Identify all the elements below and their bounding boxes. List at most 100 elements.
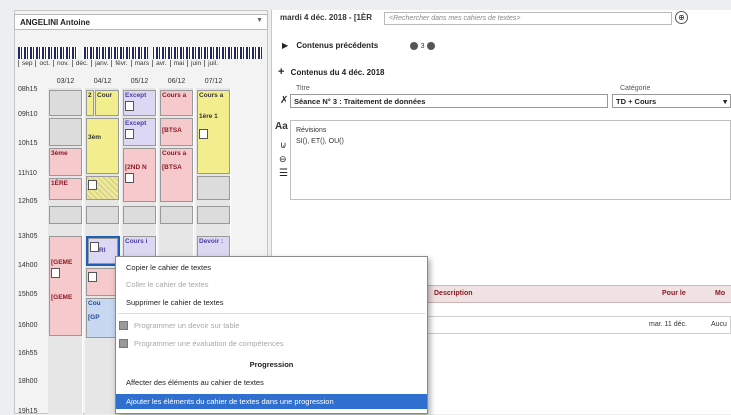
course-slot[interactable]: [2ND N (123, 148, 156, 202)
document-icon (88, 272, 97, 282)
course-label: [BTSA (162, 164, 182, 171)
time-label: 15h05 (18, 291, 38, 298)
course-slot[interactable] (123, 206, 156, 224)
course-label: [GEME (51, 294, 73, 301)
current-contents-label: Contenus du 4 déc. 2018 (290, 68, 385, 77)
month-label[interactable]: sep (18, 60, 35, 67)
course-label: [BTSA (162, 127, 182, 134)
previous-contents-row[interactable]: ▶ Contenus précédents 3 (282, 41, 435, 50)
year-timeline-bar[interactable] (18, 47, 262, 59)
column-header-description[interactable]: Description (434, 290, 473, 297)
menu-separator (118, 313, 425, 314)
course-label: 1ÈRE (51, 180, 68, 187)
month-label[interactable]: juin (187, 60, 204, 67)
menu-item-label: Programmer une évaluation de compétences (134, 339, 284, 348)
category-field-label: Catégorie (620, 85, 651, 92)
title-field-label: Titre (296, 85, 310, 92)
month-label[interactable]: juil. (204, 60, 221, 67)
course-slot[interactable]: 3èm (86, 118, 119, 174)
course-label: Cours i (125, 238, 148, 245)
month-label[interactable]: févr. (111, 60, 130, 67)
course-slot[interactable]: Cours a 1ère 1 (197, 90, 230, 174)
month-label[interactable]: oct. (35, 60, 52, 67)
content-line: Révisions (296, 127, 327, 134)
category-select[interactable]: TD + Cours ▾ (612, 94, 731, 108)
menu-item-assign-elements[interactable]: Affecter des éléments au cahier de texte… (116, 375, 427, 390)
course-slot[interactable] (197, 176, 230, 200)
previous-contents-label: Contenus précédents (296, 41, 379, 50)
menu-item-add-to-progression[interactable]: Ajouter les éléments du cahier de textes… (116, 394, 427, 409)
course-slot[interactable]: Except (123, 90, 156, 116)
time-label: 11h10 (18, 170, 37, 177)
month-label[interactable]: mai (169, 60, 187, 67)
text-format-icon[interactable]: Aa (275, 121, 288, 132)
course-slot[interactable] (49, 90, 82, 116)
time-label: 18h00 (18, 378, 38, 385)
document-icon (125, 173, 134, 183)
course-slot[interactable]: Cours a (160, 90, 193, 116)
menu-item-paste[interactable]: Coller le cahier de textes (116, 277, 427, 292)
month-label[interactable]: nov. (52, 60, 72, 67)
course-label: RI (99, 247, 106, 254)
course-slot[interactable] (49, 206, 82, 224)
homework-row[interactable]: mar. 11 déc. Aucu (420, 316, 731, 334)
course-label: [GP (88, 314, 100, 321)
homework-table-header: Description Pour le Mo (420, 285, 731, 303)
document-icon (51, 268, 60, 278)
month-label[interactable]: mars (130, 60, 152, 67)
link-icon[interactable]: ⊖ (279, 154, 287, 165)
lesson-content-editor[interactable]: Révisions SI(), ET(), OU() (290, 120, 731, 200)
chevron-down-icon[interactable]: ▼ (256, 17, 263, 24)
course-label: 1ère 1 (199, 113, 218, 120)
course-label: [2ND N (125, 164, 147, 171)
expand-arrow-icon[interactable]: ▶ (282, 41, 288, 50)
course-label: Cours a (162, 92, 187, 99)
menu-item-schedule-assessment[interactable]: Programmer une évaluation de compétences (116, 336, 427, 351)
course-slot[interactable]: [GEME [GEME (49, 236, 82, 336)
course-slot[interactable]: Cours a [BTSA (160, 148, 193, 202)
plus-circle-icon[interactable] (426, 41, 435, 50)
search-input[interactable]: <Rechercher dans mes cahiers de textes> (384, 12, 672, 25)
add-content-icon[interactable]: + (278, 66, 284, 78)
day-header: 06/12 (167, 78, 186, 85)
course-slot[interactable]: Except (123, 118, 156, 146)
globe-icon[interactable]: ⊕ (675, 11, 688, 24)
list-icon[interactable]: ☰ (279, 168, 288, 179)
course-label: Cours a (162, 150, 187, 157)
time-label: 14h00 (18, 262, 38, 269)
day-header: 03/12 (56, 78, 75, 85)
course-slot[interactable] (197, 206, 230, 224)
month-label[interactable]: janv. (91, 60, 111, 67)
attachment-icon[interactable]: ⊍ (280, 140, 287, 151)
selected-course-slot[interactable]: RI (86, 236, 120, 266)
menu-item-delete[interactable]: Supprimer le cahier de textes (116, 295, 427, 310)
month-label[interactable]: déc. (71, 60, 91, 67)
course-slot[interactable] (86, 206, 119, 224)
menu-heading-progression: Progression (249, 360, 294, 369)
course-slot[interactable]: Cour (95, 90, 119, 116)
time-label: 10h15 (18, 140, 38, 147)
student-select[interactable]: ANGELINI Antoine ▼ (14, 14, 268, 30)
course-slot[interactable]: 2 (86, 90, 94, 116)
course-slot[interactable] (49, 118, 82, 146)
magic-wand-icon[interactable]: ✗ (280, 95, 288, 106)
course-slot[interactable]: 1ÈRE (49, 178, 82, 200)
title-input[interactable]: Séance N° 3 : Traitement de données (290, 94, 608, 108)
current-contents-row: + Contenus du 4 déc. 2018 (278, 66, 384, 78)
menu-item-schedule-homework[interactable]: Programmer un devoir sur table (116, 318, 427, 333)
minus-circle-icon[interactable] (410, 41, 419, 50)
course-label: Except (125, 92, 147, 99)
document-icon (199, 129, 208, 139)
lesson-date-title: mardi 4 déc. 2018 - [1ÈR (280, 13, 373, 22)
document-icon (125, 129, 134, 139)
month-label[interactable]: avr. (152, 60, 169, 67)
menu-item-copy[interactable]: Copier le cahier de textes (116, 260, 427, 275)
course-label: Except (125, 120, 147, 127)
chevron-down-icon[interactable]: ▾ (723, 97, 727, 106)
column-header-mode[interactable]: Mo (715, 290, 725, 297)
course-slot[interactable] (86, 176, 119, 200)
course-slot[interactable] (160, 206, 193, 224)
column-header-due-date[interactable]: Pour le (662, 290, 686, 297)
course-slot[interactable]: [BTSA (160, 118, 193, 146)
course-slot[interactable]: 3ème (49, 148, 82, 176)
